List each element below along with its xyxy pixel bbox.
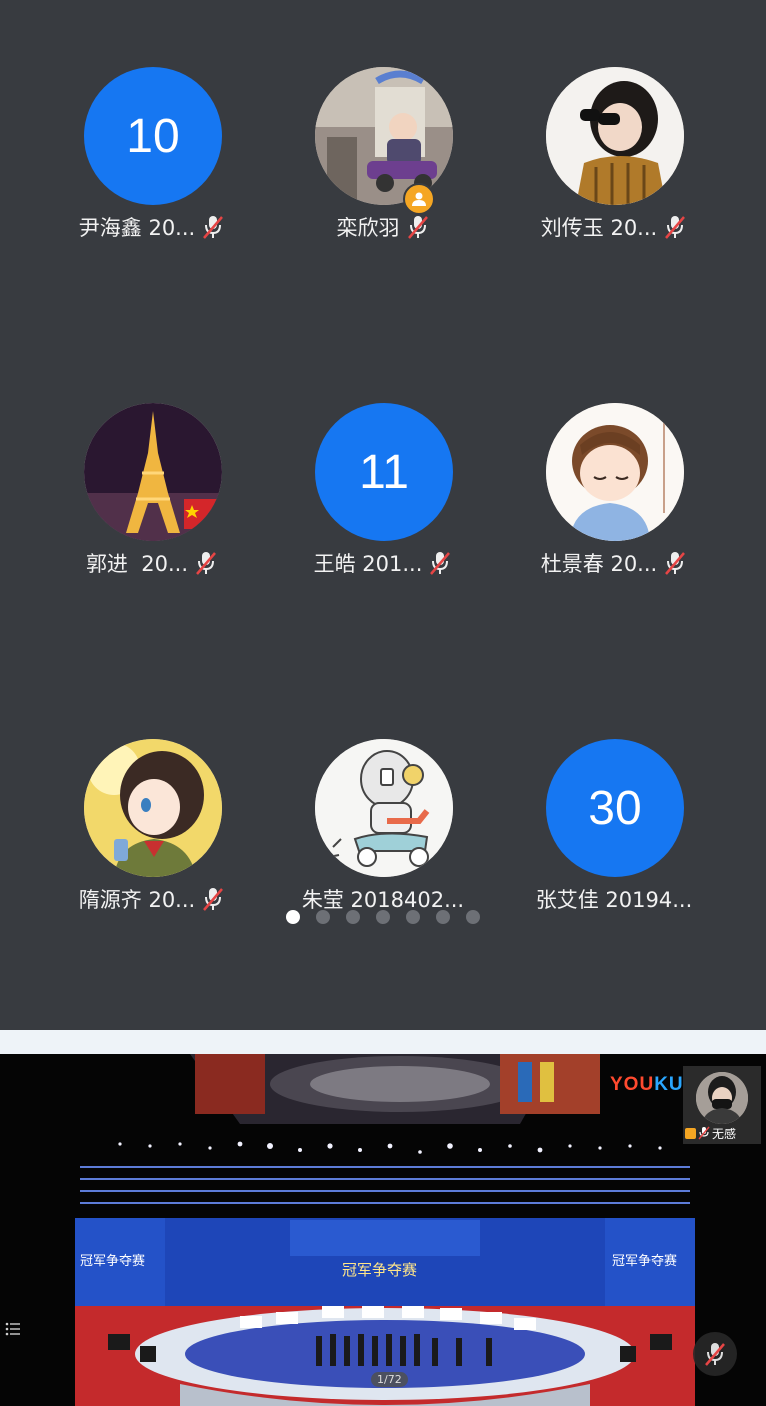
participant-tile[interactable]: 30 张艾佳 20194...: [499, 739, 729, 939]
participant-tile[interactable]: 刘传玉 20...: [499, 67, 729, 267]
participant-tile[interactable]: 杜景春 20...: [499, 403, 729, 603]
youku-watermark: YOUKU: [610, 1074, 684, 1096]
participant-avatar: 30: [546, 739, 684, 877]
page-dot[interactable]: [316, 910, 330, 924]
participant-name: 尹海鑫 20...: [78, 216, 196, 240]
participant-avatar: 11: [315, 403, 453, 541]
robot-scooter-photo-icon: [315, 739, 453, 877]
participant-avatar-photo: [315, 67, 453, 205]
banner-side-text-right: 冠军争夺赛: [612, 1254, 678, 1269]
participant-tile[interactable]: 11 王皓 201...: [268, 403, 498, 603]
page-indicator[interactable]: [0, 910, 766, 928]
eiffel-tower-photo-icon: [84, 403, 222, 541]
self-view-thumbnail[interactable]: 无感: [683, 1066, 761, 1144]
mic-muted-icon: [203, 216, 224, 239]
participant-name: 刘传玉 20...: [540, 216, 658, 240]
participant-name-row: 栾欣羽: [268, 211, 498, 243]
self-avatar: [696, 1072, 748, 1124]
page-dot[interactable]: [406, 910, 420, 924]
participant-grid: 10 尹海鑫 20... 栾欣羽 刘传玉 20... 郭进 20... 11 王…: [0, 0, 766, 1030]
participant-name-row: 郭进 20...: [37, 547, 267, 579]
mic-muted-icon: [698, 1126, 710, 1140]
mic-muted-icon: [665, 216, 686, 239]
self-view-name: 无感: [712, 1126, 737, 1141]
page-dot[interactable]: [466, 910, 480, 924]
participant-avatar-photo: [546, 67, 684, 205]
mic-muted-icon: [430, 552, 451, 575]
avatar-number: 30: [588, 781, 642, 835]
participant-avatar-photo: [315, 739, 453, 877]
page-dot[interactable]: [376, 910, 390, 924]
document-page-counter: 1/72: [371, 1372, 408, 1387]
mute-toggle-button[interactable]: [693, 1332, 737, 1376]
self-view-label: 无感: [683, 1124, 763, 1142]
participant-name-row: 杜景春 20...: [499, 547, 729, 579]
participant-name: 王皓 201...: [313, 552, 423, 576]
anime-girl-photo-icon: [84, 739, 222, 877]
watermark-part1: YOU: [610, 1074, 655, 1095]
participant-name-row: 刘传玉 20...: [499, 211, 729, 243]
participant-tile[interactable]: 隋源齐 20...: [37, 739, 267, 939]
mic-muted-icon: [203, 888, 224, 911]
mic-muted-icon: [196, 552, 216, 575]
avatar-number: 11: [359, 445, 409, 499]
participant-avatar-photo: [84, 739, 222, 877]
shared-video-panel[interactable]: 冠军争夺赛 冠军争夺赛 冠军争夺赛 YOUKU 无感 1/72: [0, 1054, 766, 1406]
participant-name: 杜景春 20...: [540, 552, 658, 576]
participant-name-row: 尹海鑫 20...: [37, 211, 267, 243]
page-dot[interactable]: [346, 910, 360, 924]
stage-video-frame: [0, 1054, 766, 1406]
participant-avatar-photo: [546, 403, 684, 541]
mic-muted-icon: [665, 552, 686, 575]
page-dot[interactable]: [436, 910, 450, 924]
masked-person-photo-icon: [696, 1072, 748, 1124]
participant-tile[interactable]: 郭进 20...: [37, 403, 267, 603]
watermark-part2: KU: [654, 1074, 684, 1095]
participant-tile[interactable]: 栾欣羽: [268, 67, 498, 267]
avatar-number: 10: [126, 109, 180, 163]
mic-muted-icon: [705, 1343, 725, 1366]
banner-side-text-left: 冠军争夺赛: [80, 1254, 146, 1269]
girl-photo-icon: [546, 67, 684, 205]
participant-name: 郭进 20...: [85, 552, 189, 576]
baby-photo-icon: [315, 67, 453, 205]
cartoon-boy-photo-icon: [546, 403, 684, 541]
participant-name: 栾欣羽: [336, 216, 400, 240]
participant-tile[interactable]: 10 尹海鑫 20...: [37, 67, 267, 267]
participant-tile[interactable]: 朱莹 2018402...: [268, 739, 498, 939]
banner-center-text: 冠军争夺赛: [342, 1261, 418, 1279]
host-indicator-icon: [685, 1127, 696, 1139]
page-dot-active[interactable]: [286, 910, 300, 924]
mic-muted-icon: [407, 216, 428, 239]
participant-avatar-photo: [84, 403, 222, 541]
participant-name-row: 王皓 201...: [268, 547, 498, 579]
list-menu-icon[interactable]: [4, 1320, 22, 1338]
participant-avatar: 10: [84, 67, 222, 205]
